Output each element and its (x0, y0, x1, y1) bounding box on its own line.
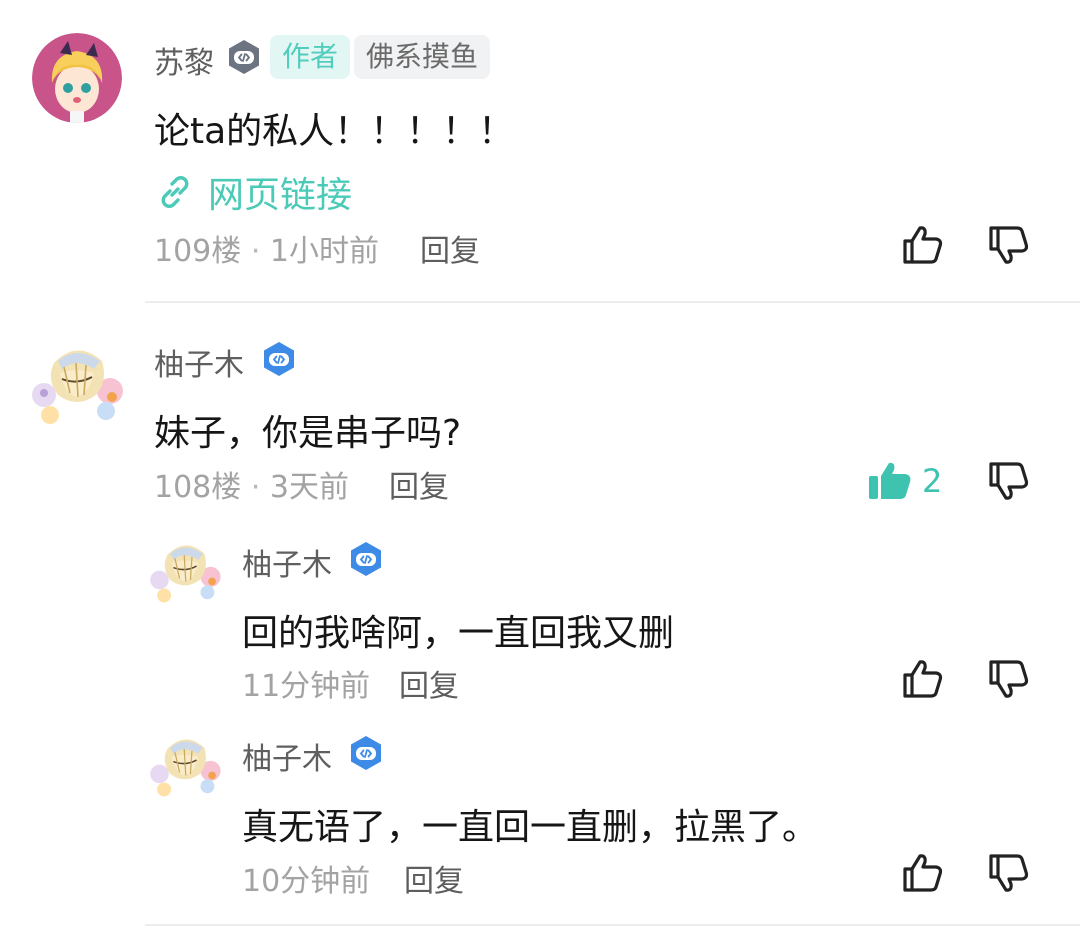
avatar-youzimu[interactable] (144, 532, 226, 614)
comment-time: 1小时前 (269, 234, 379, 269)
avatar-youzimu[interactable] (24, 333, 130, 439)
meta-separator: · (250, 470, 261, 505)
reply-button[interactable]: 回复 (389, 462, 449, 506)
game-controller-badge-icon (347, 734, 385, 772)
game-controller-badge-icon (347, 540, 385, 578)
comment-author-name[interactable]: 苏黎 (154, 38, 214, 82)
reply-time: 10分钟前 (242, 864, 371, 899)
reply-button[interactable]: 回复 (404, 856, 464, 900)
comment-time: 3天前 (269, 470, 349, 505)
comment-divider (145, 301, 1080, 303)
game-controller-badge-icon (260, 340, 298, 378)
thumbs-up-icon[interactable] (900, 656, 946, 702)
floor-number: 109楼 (154, 234, 242, 269)
web-link-label: 网页链接 (208, 175, 353, 216)
thumbs-down-icon[interactable] (986, 656, 1032, 702)
link-icon (156, 173, 194, 211)
reply-button[interactable]: 回复 (420, 226, 480, 270)
reply-text[interactable]: 回的我啥阿，一直回我又删 (242, 604, 674, 656)
web-link[interactable]: 网页链接 (156, 166, 352, 218)
reply-author-name[interactable]: 柚子木 (242, 540, 332, 584)
thumbs-up-icon[interactable] (900, 222, 946, 268)
game-controller-badge-icon (225, 38, 263, 76)
like-count: 2 (922, 462, 943, 500)
user-title-tag: 佛系摸鱼 (354, 35, 491, 79)
thumbs-up-icon-active[interactable] (866, 458, 914, 504)
author-tag: 作者 (270, 35, 351, 79)
thumbs-down-icon[interactable] (986, 850, 1032, 896)
comment-divider (145, 924, 1080, 926)
reply-author-name[interactable]: 柚子木 (242, 734, 332, 778)
thumbs-down-icon[interactable] (986, 458, 1032, 504)
reply-text[interactable]: 真无语了，一直回一直删，拉黑了。 (242, 798, 818, 850)
comment-text[interactable]: 妹子，你是串子吗? (154, 404, 461, 456)
meta-separator: · (250, 234, 261, 269)
reply-button[interactable]: 回复 (399, 661, 459, 705)
comment-meta: 108楼 · 3天前 (154, 462, 349, 506)
comment-author-name[interactable]: 柚子木 (154, 340, 244, 384)
avatar-youzimu[interactable] (144, 726, 226, 808)
comment-text[interactable]: 论ta的私人！！！！！ (154, 102, 514, 154)
reply-time: 11分钟前 (242, 669, 371, 704)
thumbs-down-icon[interactable] (986, 222, 1032, 268)
avatar-suli[interactable] (32, 33, 122, 123)
thumbs-up-icon[interactable] (900, 850, 946, 896)
comment-meta: 109楼 · 1小时前 (154, 226, 379, 270)
floor-number: 108楼 (154, 470, 242, 505)
